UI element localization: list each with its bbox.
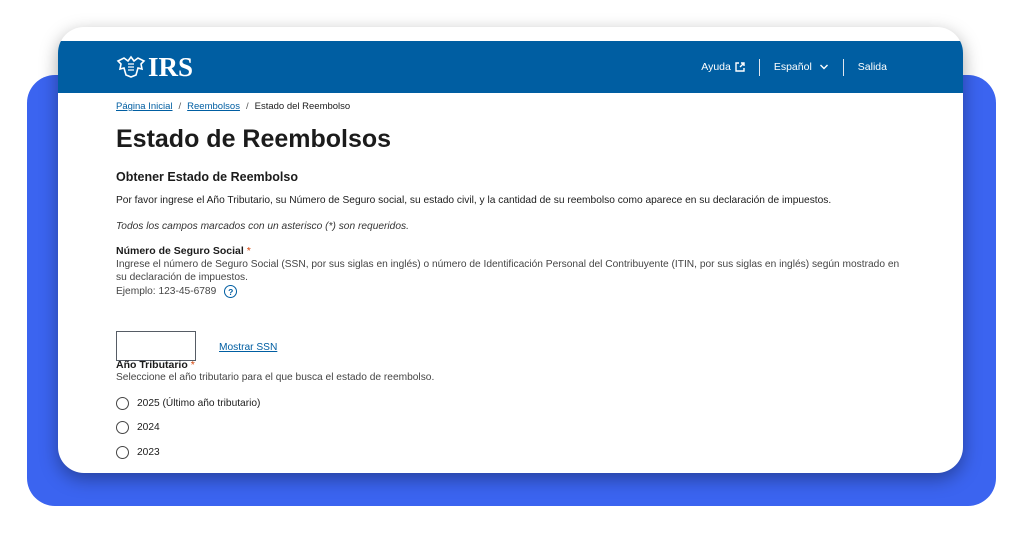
ssn-hint: Ingrese el número de Seguro Social (SSN,… (116, 259, 900, 283)
language-dropdown[interactable]: Español (760, 61, 843, 73)
section-title: Obtener Estado de Reembolso (116, 170, 298, 184)
breadcrumb-separator: / (178, 101, 182, 112)
tax-year-label: Año Tributario * (116, 359, 916, 371)
help-link[interactable]: Ayuda (687, 61, 759, 73)
site-header: IRS Ayuda Español Salida (58, 41, 963, 93)
tax-year-field-group: Año Tributario * Seleccione el año tribut… (116, 359, 916, 465)
exit-link[interactable]: Salida (844, 61, 901, 73)
required-asterisk: * (190, 359, 195, 371)
ssn-example: Ejemplo: 123-45-6789 ? (116, 285, 916, 298)
exit-label: Salida (857, 61, 887, 73)
radio-label: 2025 (Último año tributario) (137, 397, 261, 409)
tax-year-hint: Seleccione el año tributario para el que… (116, 372, 435, 383)
ssn-field-group: Número de Seguro Social * Ingrese el núme… (116, 245, 916, 361)
breadcrumb-separator: / (245, 101, 249, 112)
ssn-label: Número de Seguro Social * (116, 245, 916, 257)
show-ssn-link[interactable]: Mostrar SSN (219, 342, 277, 353)
ssn-example-text: Ejemplo: 123-45-6789 (116, 286, 217, 297)
help-label: Ayuda (701, 61, 731, 73)
external-link-icon (735, 62, 745, 72)
eagle-icon (116, 55, 146, 78)
breadcrumb: Página Inicial / Reembolsos / Estado del Ree… (116, 101, 350, 112)
ssn-label-text: Número de Seguro Social (116, 245, 244, 257)
required-fields-note: Todos los campos marcados con un asteris… (116, 221, 409, 232)
tax-year-label-text: Año Tributario (116, 359, 188, 371)
logo-text: IRS (148, 52, 194, 82)
header-nav: Ayuda Español Salida (687, 41, 901, 93)
radio-button[interactable] (116, 445, 129, 459)
radio-option-2024[interactable]: 2024 (116, 416, 916, 441)
ssn-input[interactable] (116, 331, 196, 361)
irs-logo[interactable]: IRS (116, 52, 194, 82)
radio-option-2025[interactable]: 2025 (Último año tributario) (116, 391, 916, 416)
radio-button[interactable] (116, 396, 129, 410)
radio-option-2023[interactable]: 2023 (116, 440, 916, 465)
tax-year-radio-group: 2025 (Último año tributario) 2024 2023 (116, 391, 916, 465)
page-title: Estado de Reembolsos (116, 125, 392, 153)
breadcrumb-current: Estado del Reembolso (254, 101, 351, 112)
intro-text: Por favor ingrese el Año Tributario, su … (116, 195, 832, 206)
breadcrumb-refunds-link[interactable]: Reembolsos (187, 101, 240, 112)
radio-button[interactable] (116, 421, 129, 435)
help-icon[interactable]: ? (224, 285, 238, 298)
chevron-down-icon (819, 64, 828, 70)
radio-label: 2024 (137, 422, 160, 434)
required-asterisk: * (246, 245, 251, 257)
browser-window: IRS Ayuda Español Salida Página Inicial … (58, 27, 963, 473)
radio-label: 2023 (137, 446, 160, 458)
language-label: Español (773, 61, 812, 73)
breadcrumb-home-link[interactable]: Página Inicial (116, 101, 173, 112)
